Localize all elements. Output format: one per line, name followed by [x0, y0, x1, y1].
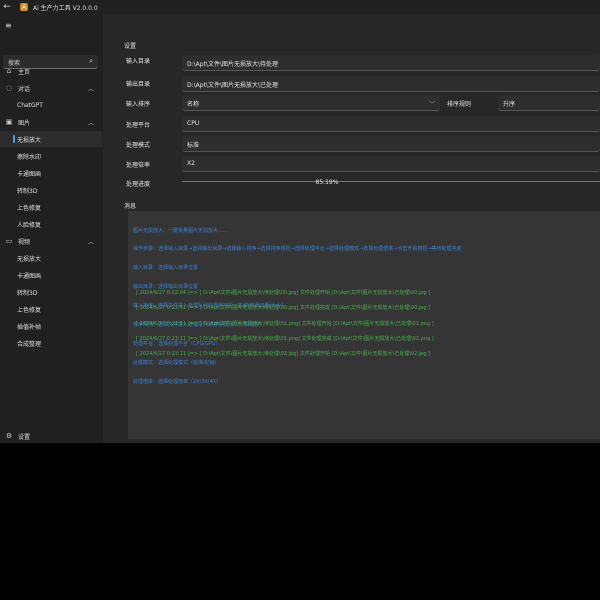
info-line: 图片无损放大：一键批量图片无损放大......: [133, 227, 228, 234]
chat-icon: ◌: [5, 84, 13, 92]
sidebar-item-frame-interpolation[interactable]: 插值补帧: [0, 318, 102, 334]
settings-title: 设置: [124, 43, 137, 50]
chevron-up-icon: ︿: [87, 85, 94, 93]
sidebar-item-compose[interactable]: 合成整理: [0, 335, 102, 351]
sidebar-item-video-cartoon[interactable]: 卡通图画: [0, 267, 102, 283]
title-bar: ← A Ai 生产力工具 V2.0.0.0: [0, 0, 600, 14]
gear-icon: ⚙: [5, 432, 13, 440]
sidebar: ≡ 搜索 ⌕ ⌂ 主页 ◌ 对话 ︿ ChatGPT ▣ 图片 ︿ 无损放大 擦…: [0, 14, 102, 443]
sidebar-item-label: 对话: [18, 85, 31, 93]
input-sort-value: 名称: [187, 101, 200, 108]
message-log[interactable]: 图片无损放大：一键批量图片无损放大...... 操作步骤：选择输入目录→选择输出…: [128, 211, 600, 439]
progress-label: 处理进度: [125, 181, 150, 188]
video-icon: ▭: [5, 237, 13, 245]
sort-rule-label: 排序规则: [447, 101, 472, 108]
sidebar-item-label: 图片: [18, 119, 31, 127]
platform-label: 处理平台: [125, 122, 150, 129]
sidebar-item-video-3d[interactable]: 转制3D: [0, 284, 102, 300]
home-icon: ⌂: [6, 67, 12, 75]
main-panel: 设置 输入目录 D:\Apt\文件\图片无损放大\待处理 输出目录 D:\Apt…: [103, 14, 600, 443]
sidebar-item-label: 无损放大: [17, 136, 42, 144]
sidebar-item-label: 无损放大: [17, 255, 42, 263]
input-dir-value: D:\Apt\文件\图片无损放大\待处理: [187, 61, 278, 68]
active-indicator: [13, 135, 15, 143]
input-dir-label: 输入目录: [125, 58, 150, 65]
sidebar-item-image-3d[interactable]: 转制3D: [0, 182, 102, 198]
sidebar-item-label: 合成整理: [17, 340, 42, 348]
chevron-up-icon: ︿: [87, 238, 94, 246]
sidebar-item-label: 插值补帧: [17, 323, 42, 331]
sidebar-item-label: 上色修复: [17, 204, 42, 212]
sidebar-item-label: 人脸修复: [17, 221, 42, 229]
log-line: [ 2024/6/27 0:22:51 ]=> [ D:\Apt\文件\图片无损…: [136, 321, 434, 327]
sidebar-item-label: ChatGPT: [17, 101, 43, 109]
sidebar-item-image-colorize[interactable]: 上色修复: [0, 199, 102, 215]
sidebar-item-label: 转制3D: [17, 187, 38, 195]
app-title: Ai 生产力工具 V2.0.0.0: [33, 4, 98, 12]
sidebar-item-video-colorize[interactable]: 上色修复: [0, 301, 102, 317]
info-line: 输入目录：选择输入目录位置: [133, 265, 199, 272]
sidebar-item-dialog[interactable]: ◌ 对话 ︿: [0, 80, 102, 96]
app-window: ← A Ai 生产力工具 V2.0.0.0 ≡ 搜索 ⌕ ⌂ 主页 ◌ 对话 ︿…: [0, 0, 600, 443]
sidebar-item-image-upscale[interactable]: 无损放大: [0, 131, 102, 147]
ratio-label: 处理倍率: [125, 162, 150, 169]
sidebar-item-label: 卡通图画: [17, 272, 42, 280]
log-line: [ 2024/6/27 0:23:11 ]=> [ D:\Apt\文件\图片无损…: [136, 336, 434, 342]
ratio-value: X2: [187, 160, 195, 167]
sort-rule-select[interactable]: 升序: [498, 95, 600, 111]
chevron-up-icon: ︿: [87, 119, 94, 127]
sidebar-item-image[interactable]: ▣ 图片 ︿: [0, 114, 102, 130]
chevron-down-icon: ﹀: [428, 101, 435, 108]
log-line: [ 2024/6/27 0:22:04 ]=> [ D:\Apt\文件\图片无损…: [136, 290, 431, 296]
progress-value: 85.19%: [315, 179, 339, 186]
input-sort-label: 输入排序: [125, 101, 150, 108]
platform-select[interactable]: CPU: [182, 116, 600, 132]
sidebar-item-home[interactable]: ⌂ 主页: [0, 63, 102, 79]
mode-label: 处理模式: [125, 142, 150, 149]
output-dir-label: 输出目录: [125, 81, 150, 88]
sidebar-item-chatgpt[interactable]: ChatGPT: [0, 97, 102, 113]
input-sort-select[interactable]: 名称 ﹀: [182, 95, 440, 111]
log-line: [ 2024/6/27 0:22:51 ]=> [ D:\Apt\文件\图片无损…: [136, 305, 431, 311]
log-line: [ 2024/6/27 0:23:11 ]=> [ D:\Apt\文件\图片无损…: [136, 351, 431, 357]
app-logo-icon: A: [20, 3, 28, 11]
sidebar-item-label: 主页: [18, 68, 31, 76]
sort-rule-value: 升序: [503, 101, 516, 108]
sidebar-item-label: 擦除水印: [17, 153, 42, 161]
sidebar-item-label: 设置: [18, 433, 31, 441]
sidebar-item-label: 转制3D: [17, 289, 38, 297]
back-icon[interactable]: ←: [0, 2, 14, 12]
sidebar-item-image-cartoon[interactable]: 卡通图画: [0, 165, 102, 181]
sidebar-item-video[interactable]: ▭ 视频 ︿: [0, 233, 102, 249]
input-dir-field[interactable]: D:\Apt\文件\图片无损放大\待处理: [182, 55, 600, 71]
ratio-select[interactable]: X2: [182, 156, 600, 172]
info-line: 操作步骤：选择输入目录→选择输出目录→选择输入排序→选择排序规则→选择处理平台→…: [133, 246, 462, 253]
info-line: 处理倍率：选择处理倍率（2X/3X/4X）: [133, 378, 222, 385]
sidebar-item-video-upscale[interactable]: 无损放大: [0, 250, 102, 266]
platform-value: CPU: [187, 120, 200, 127]
menu-toggle-icon[interactable]: ≡: [5, 22, 12, 30]
sidebar-item-erase-watermark[interactable]: 擦除水印: [0, 148, 102, 164]
mode-select[interactable]: 标准: [182, 136, 600, 152]
output-dir-value: D:\Apt\文件\图片无损放大\已处理: [187, 82, 278, 89]
sidebar-item-settings[interactable]: ⚙ 设置: [0, 428, 102, 444]
image-icon: ▣: [5, 118, 13, 126]
sidebar-item-label: 上色修复: [17, 306, 42, 314]
info-line: 处理模式：选择处理模式（标准/动画）: [133, 359, 220, 366]
mode-value: 标准: [187, 142, 200, 149]
sidebar-item-label: 卡通图画: [17, 170, 42, 178]
messages-title: 消息: [124, 203, 137, 210]
output-dir-field[interactable]: D:\Apt\文件\图片无损放大\已处理: [182, 76, 600, 92]
sidebar-item-face-restore[interactable]: 人脸修复: [0, 216, 102, 232]
sidebar-item-label: 视频: [18, 238, 31, 246]
